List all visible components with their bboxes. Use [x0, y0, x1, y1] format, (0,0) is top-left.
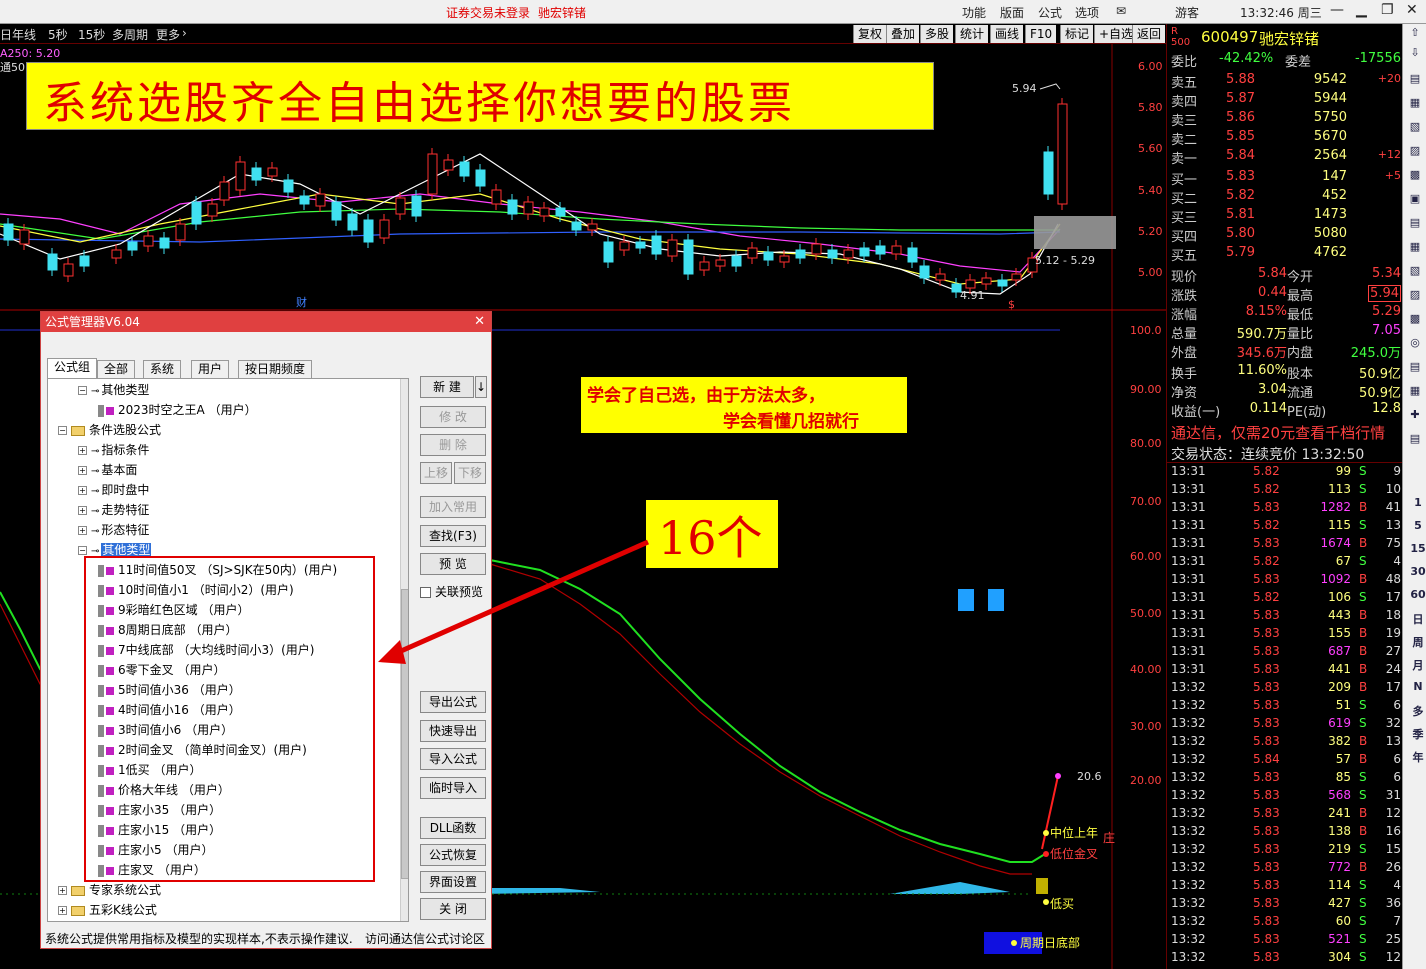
tick-row: 13:31 5.82 106 S 17 — [1171, 590, 1401, 604]
ask-row[interactable]: 卖二 5.85 5670 — [1167, 129, 1403, 148]
stat-row: 现价 5.84 今开 5.34 — [1171, 266, 1401, 285]
sidebar-tool-13-icon[interactable]: ▤ — [1406, 360, 1424, 373]
bid-row[interactable]: 买五 5.79 4762 — [1167, 245, 1403, 264]
tick-row: 13:31 5.82 99 S 9 — [1171, 464, 1401, 478]
tick-row: 13:31 5.83 687 B 27 — [1171, 644, 1401, 658]
bid-row[interactable]: 买一 5.83 147 +5 — [1167, 169, 1403, 188]
tick-row: 13:32 5.83 568 S 31 — [1171, 788, 1401, 802]
stat-row: 涨幅 8.15% 最低 5.29 — [1171, 304, 1401, 323]
period-shortcut[interactable]: 5 — [1409, 519, 1426, 532]
tick-row: 13:32 5.83 619 S 32 — [1171, 716, 1401, 730]
tick-row: 13:32 5.83 241 B 12 — [1171, 806, 1401, 820]
period-shortcut[interactable]: 60 — [1409, 588, 1426, 601]
trade-status: 交易状态：连续竞价 13:32:50 — [1171, 447, 1365, 463]
ask-row[interactable]: 卖一 5.84 2564 +12 — [1167, 148, 1403, 167]
tick-row: 13:31 5.83 155 B 19 — [1171, 626, 1401, 640]
tick-row: 13:32 5.83 219 S 15 — [1171, 842, 1401, 856]
ad-banner[interactable]: 通达信，仅需20元查看千档行情 — [1171, 422, 1385, 443]
ask-row[interactable]: 卖五 5.88 9542 +20 — [1167, 72, 1403, 91]
tick-row: 13:32 5.83 209 B 17 — [1171, 680, 1401, 694]
ask-row[interactable]: 卖四 5.87 5944 — [1167, 91, 1403, 110]
bid-row[interactable]: 买二 5.82 452 — [1167, 188, 1403, 207]
bid-row[interactable]: 买三 5.81 1473 — [1167, 207, 1403, 226]
tick-row: 13:31 5.82 67 S 4 — [1171, 554, 1401, 568]
period-shortcut[interactable]: 周 — [1409, 634, 1426, 650]
period-shortcut[interactable]: 月 — [1409, 657, 1426, 673]
tick-row: 13:31 5.83 1092 B 48 — [1171, 572, 1401, 586]
period-shortcut[interactable]: 多 — [1409, 703, 1426, 719]
sidebar-tool-6-icon[interactable]: ▣ — [1406, 192, 1424, 205]
period-shortcut[interactable]: 季 — [1409, 726, 1426, 742]
period-shortcut[interactable]: 1 — [1409, 496, 1426, 509]
sidebar-tool-15-icon[interactable]: ✚ — [1406, 408, 1424, 421]
stock-name: 驰宏锌锗 — [1259, 30, 1320, 48]
period-shortcut[interactable]: 15 — [1409, 542, 1426, 555]
tick-row: 13:32 5.83 85 S 6 — [1171, 770, 1401, 784]
stat-row: 总量 590.7万 量比 7.05 — [1171, 323, 1401, 342]
sidebar-tool-14-icon[interactable]: ▦ — [1406, 384, 1424, 397]
tick-row: 13:32 5.83 60 S 7 — [1171, 914, 1401, 928]
scroll-up-icon[interactable]: ⇧ — [1406, 26, 1424, 39]
sidebar-tool-10-icon[interactable]: ▨ — [1406, 288, 1424, 301]
tick-row: 13:32 5.83 114 S 4 — [1171, 878, 1401, 892]
bid-row[interactable]: 买四 5.80 5080 — [1167, 226, 1403, 245]
scroll-down-icon[interactable]: ⇩ — [1406, 46, 1424, 59]
tick-row: 13:31 5.82 115 S 13 — [1171, 518, 1401, 532]
period-shortcut[interactable]: 年 — [1409, 749, 1426, 765]
tick-row: 13:31 5.83 441 B 24 — [1171, 662, 1401, 676]
tick-row: 13:32 5.83 304 S 12 — [1171, 950, 1401, 964]
stat-row: 净资 3.04 流通 50.9亿 — [1171, 382, 1401, 401]
stat-row: 外盘 345.6万 内盘 245.0万 — [1171, 346, 1401, 361]
stat-row: 换手 11.60% 股本 50.9亿 — [1171, 363, 1401, 382]
period-shortcut[interactable]: 日 — [1409, 611, 1426, 627]
sidebar-tool-4-icon[interactable]: ▨ — [1406, 144, 1424, 157]
tick-row: 13:32 5.83 427 S 36 — [1171, 896, 1401, 910]
sidebar-tool-8-icon[interactable]: ▦ — [1406, 240, 1424, 253]
tick-row: 13:32 5.83 521 S 25 — [1171, 932, 1401, 946]
sidebar-tool-12-icon[interactable]: ◎ — [1406, 336, 1424, 349]
period-shortcut[interactable]: N — [1409, 680, 1426, 693]
stat-row: 涨跌 0.44 最高 5.94 — [1171, 285, 1401, 304]
tick-row: 13:31 5.83 1282 B 41 — [1171, 500, 1401, 514]
tick-row: 13:32 5.83 772 B 26 — [1171, 860, 1401, 874]
sidebar-tool-7-icon[interactable]: ▤ — [1406, 216, 1424, 229]
sidebar-tool-3-icon[interactable]: ▧ — [1406, 120, 1424, 133]
quote-panel: R 500 600497 驰宏锌锗 委比 -42.42% 委差 -17556 卖五… — [1166, 24, 1403, 969]
sidebar-tool-16-icon[interactable]: ▤ — [1406, 432, 1424, 445]
stat-row: 收益(一) 0.114 PE(动) 12.8 — [1171, 401, 1401, 420]
sidebar-tool-5-icon[interactable]: ▩ — [1406, 168, 1424, 181]
tick-row: 13:31 5.83 1674 B 75 — [1171, 536, 1401, 550]
tick-row: 13:31 5.83 443 B 18 — [1171, 608, 1401, 622]
ask-row[interactable]: 卖三 5.86 5750 — [1167, 110, 1403, 129]
sidebar-tool-1-icon[interactable]: ▤ — [1406, 72, 1424, 85]
right-sidebar: ⇧ ⇩ ▤ ▦ ▧ ▨ ▩ ▣ ▤ ▦ ▧ ▨ ▩ ◎ ▤ ▦ ✚ ▤ 1 5 15… — [1402, 24, 1426, 969]
stock-code: 600497 — [1201, 28, 1259, 46]
tick-row: 13:32 5.83 382 B 13 — [1171, 734, 1401, 748]
tick-row: 13:32 5.83 51 S 6 — [1171, 698, 1401, 712]
sidebar-tool-11-icon[interactable]: ▩ — [1406, 312, 1424, 325]
sidebar-tool-9-icon[interactable]: ▧ — [1406, 264, 1424, 277]
weibi-row: 委比 -42.42% 委差 -17556 — [1171, 51, 1401, 70]
sidebar-tool-2-icon[interactable]: ▦ — [1406, 96, 1424, 109]
period-shortcut[interactable]: 30 — [1409, 565, 1426, 578]
tick-row: 13:32 5.83 138 B 16 — [1171, 824, 1401, 838]
tick-row: 13:31 5.82 113 S 10 — [1171, 482, 1401, 496]
tick-row: 13:32 5.84 57 B 6 — [1171, 752, 1401, 766]
